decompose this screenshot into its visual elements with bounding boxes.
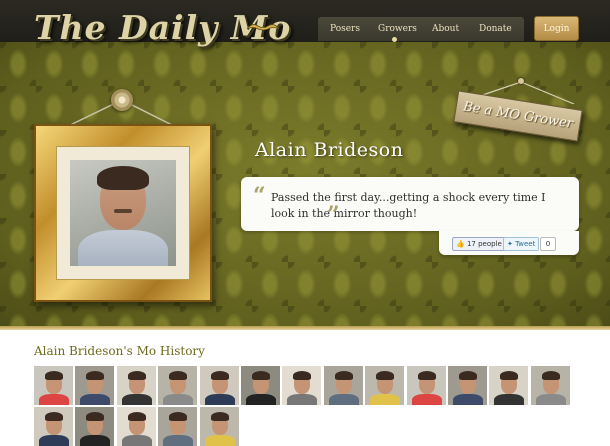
thumbnail-hair: [417, 371, 436, 380]
login-button[interactable]: Login: [534, 16, 579, 41]
thumbnail-hair: [86, 412, 105, 421]
thumbnail-shirt: [494, 394, 525, 405]
thumbnail-shirt: [39, 394, 69, 405]
portrait-frame: [34, 124, 212, 302]
grower-name: Alain Brideson: [255, 139, 404, 161]
thumbnail-hair: [376, 371, 395, 380]
thumbnail-hair: [169, 371, 188, 380]
grower-photo: [70, 160, 176, 266]
thumbnail-shirt: [80, 435, 111, 446]
history-thumbnail[interactable]: [75, 407, 115, 446]
thumbnail-hair: [127, 371, 146, 380]
thumbnail-hair: [127, 412, 146, 421]
thumbnail-hair: [293, 371, 312, 380]
thumbnail-shirt: [370, 394, 401, 405]
facebook-like-button[interactable]: 👍 17 people: [452, 237, 506, 251]
like-count: 17 people: [466, 240, 502, 248]
main-nav: Posers Growers About Donate: [318, 17, 524, 41]
share-bar: 👍 17 people ✦ Tweet 0: [439, 231, 579, 255]
nav-item-donate[interactable]: Donate: [479, 24, 512, 34]
thumbnail-shirt: [163, 394, 194, 405]
photo-moustache: [114, 209, 132, 213]
history-thumbnail[interactable]: [282, 366, 322, 405]
thumbnail-shirt: [535, 394, 566, 405]
moustache-icon: [246, 24, 280, 31]
thumbnail-shirt: [163, 435, 194, 446]
nav-item-growers[interactable]: Growers: [378, 24, 417, 34]
history-thumbnail[interactable]: [34, 366, 73, 405]
history-thumbnail[interactable]: [241, 366, 280, 405]
history-thumbnail[interactable]: [116, 407, 156, 446]
thumbnail-hair: [500, 371, 519, 380]
thumbnail-shirt: [411, 394, 442, 405]
thumbs-up-icon: 👍: [456, 240, 465, 248]
frame-mat: [56, 146, 190, 280]
photo-shirt: [78, 230, 168, 266]
history-thumbnail[interactable]: [365, 366, 405, 405]
thumbnail-shirt: [453, 394, 483, 405]
history-thumbnail[interactable]: [489, 366, 529, 405]
thumbnail-shirt: [121, 394, 152, 405]
history-thumbnail[interactable]: [448, 366, 487, 405]
tweet-count: 0: [540, 237, 556, 251]
history-thumbnail[interactable]: [158, 366, 198, 405]
history-thumbnail[interactable]: [116, 366, 156, 405]
history-thumbnail[interactable]: [199, 366, 239, 405]
quote-bubble: “ Passed the first day...getting a shock…: [241, 177, 579, 231]
thumbnail-shirt: [39, 435, 69, 446]
thumbnail-shirt: [328, 394, 359, 405]
thumbnail-hair: [45, 371, 63, 380]
history-thumbnail[interactable]: [34, 407, 73, 446]
history-thumbnail[interactable]: [406, 366, 446, 405]
grower-quote: Passed the first day...getting a shock e…: [271, 191, 546, 220]
close-quote-icon: ”: [327, 202, 340, 228]
frame-rosette-icon: [111, 89, 133, 111]
thumbnail-hair: [86, 371, 105, 380]
hero-divider: [0, 326, 610, 330]
active-nav-indicator: [392, 37, 397, 42]
history-thumbnail[interactable]: [199, 407, 239, 446]
sign-nail-icon: [518, 78, 524, 84]
thumbnail-hair: [210, 371, 229, 380]
nav-item-posers[interactable]: Posers: [330, 24, 360, 34]
thumbnail-hair: [45, 412, 63, 421]
thumbnail-shirt: [80, 394, 111, 405]
thumbnail-hair: [169, 412, 188, 421]
thumbnail-shirt: [246, 394, 276, 405]
open-quote-icon: “: [253, 183, 266, 209]
photo-hair: [97, 166, 149, 190]
thumbnail-hair: [334, 371, 353, 380]
tweet-button[interactable]: ✦ Tweet: [503, 237, 540, 251]
thumbnail-hair: [459, 371, 477, 380]
thumbnail-hair: [210, 412, 229, 421]
thumbnail-hair: [541, 371, 560, 380]
history-thumbnail[interactable]: [530, 366, 570, 405]
history-thumbnail[interactable]: [158, 407, 198, 446]
tweet-label: Tweet: [515, 240, 536, 248]
thumbnail-shirt: [121, 435, 152, 446]
history-thumbnail[interactable]: [323, 366, 363, 405]
thumbnail-shirt: [204, 435, 235, 446]
thumbnail-shirt: [204, 394, 235, 405]
thumbnail-hair: [252, 371, 270, 380]
twitter-bird-icon: ✦: [507, 240, 513, 248]
history-thumbnail[interactable]: [75, 366, 115, 405]
nav-item-about[interactable]: About: [432, 24, 459, 34]
thumbnail-shirt: [287, 394, 318, 405]
mo-history-title: Alain Brideson's Mo History: [34, 344, 205, 358]
